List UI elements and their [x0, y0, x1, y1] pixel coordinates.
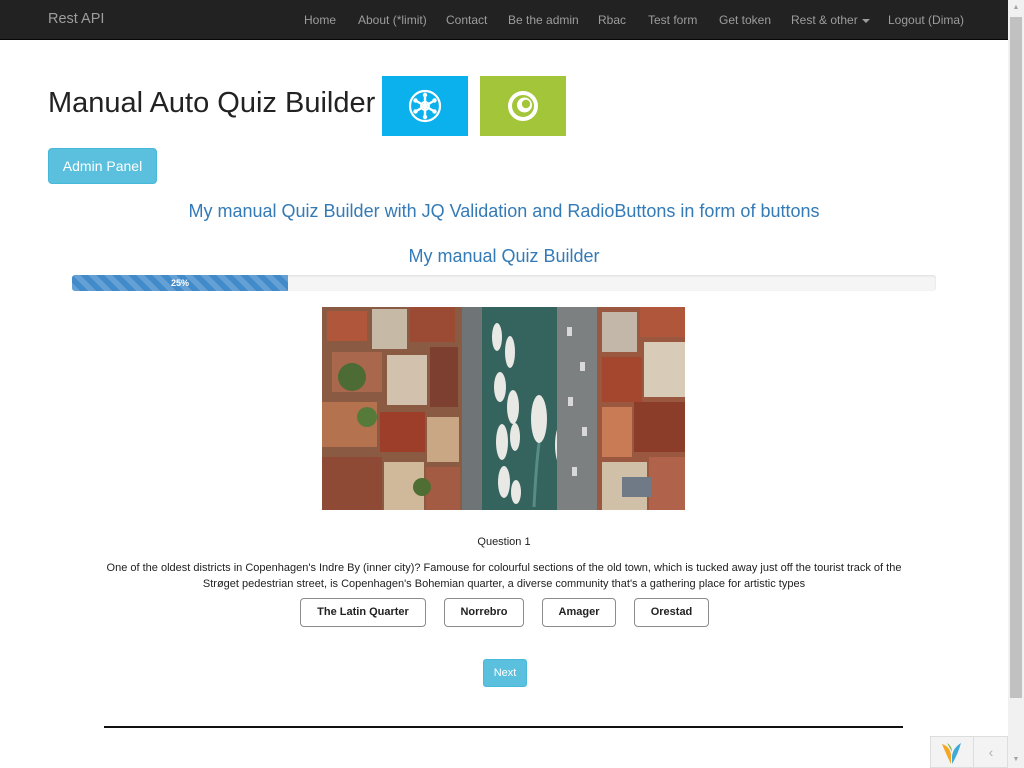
scroll-up-arrow-icon[interactable]: ▲: [1008, 0, 1024, 16]
quiz-progress-bar: 25%: [72, 275, 288, 291]
swirl-tile[interactable]: [480, 76, 566, 136]
caret-down-icon: [861, 18, 870, 23]
snowflake-icon: [408, 89, 442, 123]
chevron-left-icon[interactable]: ‹: [973, 737, 1008, 767]
nav-rest-other-label: Rest & other: [791, 13, 858, 27]
page-title: Manual Auto Quiz Builder: [48, 87, 376, 119]
nav-rbac[interactable]: Rbac: [598, 13, 626, 27]
nav-logout[interactable]: Logout (Dima): [888, 13, 964, 27]
circle-swirl-icon: [508, 91, 538, 121]
page-scrollbar[interactable]: ▲ ▼: [1008, 0, 1024, 768]
nav-rest-other-dropdown[interactable]: Rest & other: [791, 13, 870, 27]
nav-contact[interactable]: Contact: [446, 13, 487, 27]
top-navbar: Rest API Home About (*limit) Contact Be …: [0, 0, 1008, 40]
answer-option-norrebro[interactable]: Norrebro: [444, 598, 524, 627]
navbar-brand[interactable]: Rest API: [48, 11, 104, 27]
quiz-progress: 25%: [72, 275, 936, 291]
quiz-title: My manual Quiz Builder: [408, 246, 600, 266]
question-text: One of the oldest districts in Copenhage…: [106, 562, 902, 590]
nav-about[interactable]: About (*limit): [358, 13, 427, 27]
nav-home[interactable]: Home: [304, 13, 336, 27]
yii-logo-icon[interactable]: [939, 740, 965, 766]
nav-get-token[interactable]: Get token: [719, 13, 771, 27]
snowflake-tile[interactable]: [382, 76, 468, 136]
debug-toolbar[interactable]: ‹: [930, 736, 1008, 768]
answer-option-amager[interactable]: Amager: [542, 598, 616, 627]
scroll-thumb[interactable]: [1010, 17, 1022, 698]
next-button[interactable]: Next: [483, 659, 527, 687]
answer-option-latin-quarter[interactable]: The Latin Quarter: [300, 598, 426, 627]
nav-test-form[interactable]: Test form: [648, 13, 697, 27]
admin-panel-button[interactable]: Admin Panel: [48, 148, 157, 184]
scroll-down-arrow-icon[interactable]: ▼: [1008, 752, 1024, 768]
answer-option-orestad[interactable]: Orestad: [634, 598, 709, 627]
question-photo: [322, 307, 685, 510]
question-number: Question 1: [477, 536, 531, 548]
horizontal-divider: [104, 726, 903, 728]
nav-be-admin[interactable]: Be the admin: [508, 13, 579, 27]
quiz-builder-subtitle: My manual Quiz Builder with JQ Validatio…: [188, 201, 820, 221]
